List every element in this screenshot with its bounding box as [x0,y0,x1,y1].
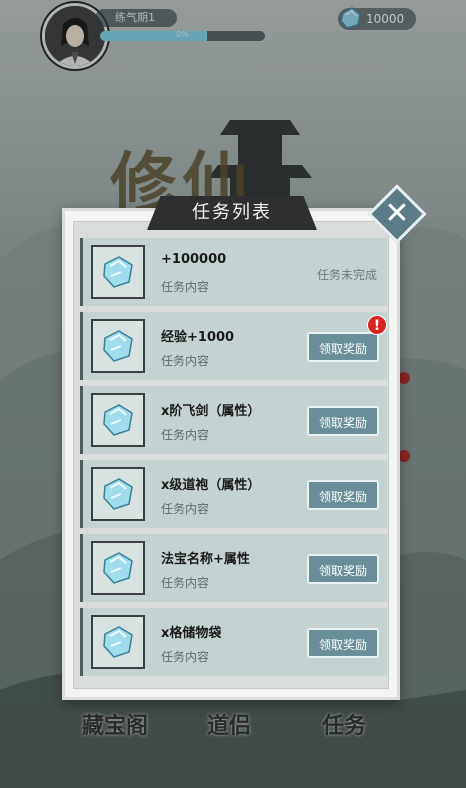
claim-reward-button[interactable]: 领取奖励 [307,480,379,510]
task-description: 任务内容 [161,280,210,294]
spirit-stone-icon [103,404,133,436]
task-name: 法宝名称+属性 [161,552,250,567]
spirit-stone-icon [103,330,133,362]
task-description: 任务内容 [161,354,210,368]
spirit-stone-icon [103,552,133,584]
claim-reward-button[interactable]: 领取奖励 [307,332,379,362]
claim-reward-button[interactable]: 领取奖励 [307,554,379,584]
claim-reward-button[interactable]: 领取奖励 [307,406,379,436]
claim-reward-button[interactable]: 领取奖励 [307,628,379,658]
task-reward-icon-box [91,615,145,669]
task-description: 任务内容 [161,502,210,516]
task-reward-icon-box [91,541,145,595]
task-reward-icon-box [91,467,145,521]
dialog-title: 任务列表 [147,196,317,230]
task-name: x格储物袋 [161,626,222,641]
task-row: 经验+1000 任务内容 领取奖励 ! [80,312,387,380]
task-name: x阶飞剑（属性） [161,404,261,419]
task-description: 任务内容 [161,428,210,442]
task-name: 经验+1000 [161,330,235,345]
task-row: x阶飞剑（属性） 任务内容 领取奖励 [80,386,387,454]
task-row: 法宝名称+属性 任务内容 领取奖励 [80,534,387,602]
task-row: +100000 任务内容 任务未完成 [80,238,387,306]
task-description: 任务内容 [161,650,210,664]
task-row: x级道袍（属性） 任务内容 领取奖励 [80,460,387,528]
task-name: x级道袍（属性） [161,478,261,493]
task-reward-icon-box [91,245,145,299]
task-name: +100000 [161,252,227,267]
spirit-stone-icon [103,478,133,510]
task-row: x格储物袋 任务内容 领取奖励 [80,608,387,676]
notification-badge: ! [367,315,387,335]
task-reward-icon-box [91,319,145,373]
task-description: 任务内容 [161,576,210,590]
task-reward-icon-box [91,393,145,447]
spirit-stone-icon [103,256,133,288]
task-status: 任务未完成 [316,268,377,282]
close-icon[interactable]: ✕ [376,193,418,235]
task-list: +100000 任务内容 任务未完成 经验+1000 任务内容 领取奖励 ! x… [80,238,387,682]
spirit-stone-icon [103,626,133,658]
